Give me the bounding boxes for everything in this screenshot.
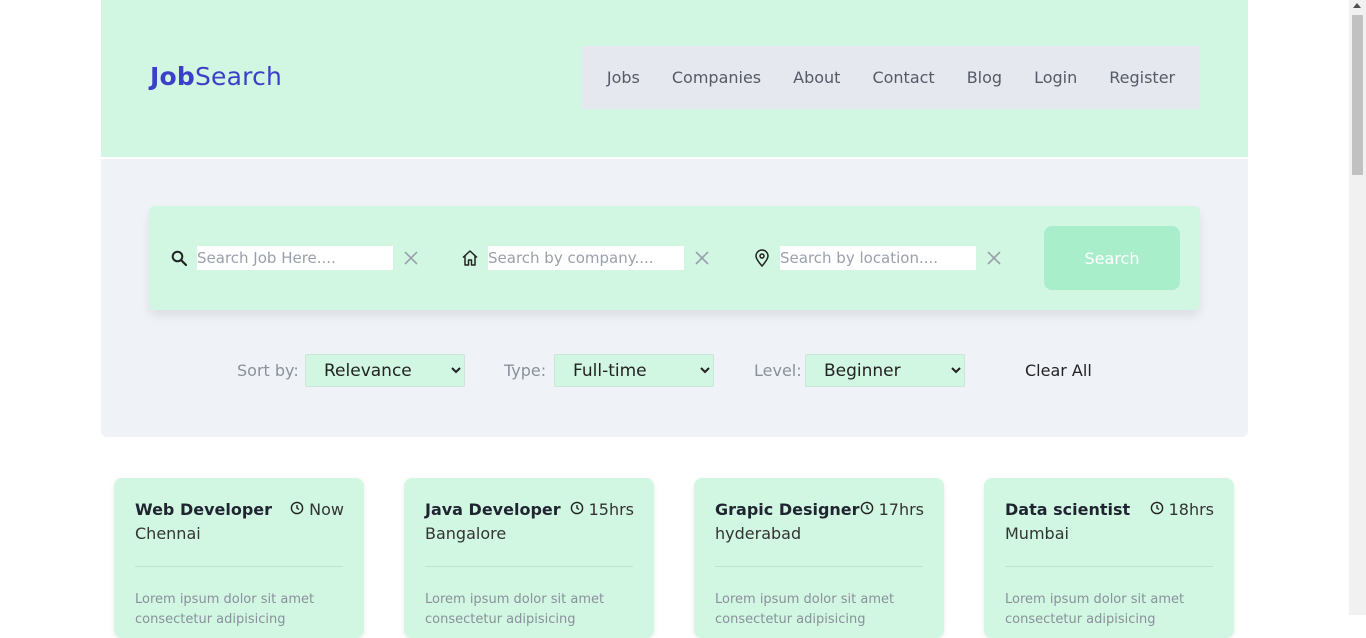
nav-jobs[interactable]: Jobs	[591, 68, 656, 87]
job-card[interactable]: Data scientist 18hrs Mumbai Lorem ipsum …	[984, 478, 1234, 638]
location-search-input[interactable]	[780, 246, 976, 270]
card-divider	[135, 566, 343, 567]
scroll-up-arrow-icon[interactable]	[1353, 3, 1361, 8]
type-label: Type:	[504, 361, 547, 380]
job-time-label: Now	[309, 500, 344, 519]
level-label: Level:	[754, 361, 802, 380]
nav-login[interactable]: Login	[1018, 68, 1093, 87]
level-select[interactable]: Beginner	[805, 354, 965, 387]
job-description: Lorem ipsum dolor sit amet consectetur a…	[425, 592, 605, 627]
job-title: Data scientist	[1005, 500, 1131, 519]
job-time-label: 18hrs	[1168, 500, 1214, 519]
job-city: Bangalore	[425, 524, 507, 543]
job-city: Chennai	[135, 524, 201, 543]
clock-icon	[290, 500, 304, 519]
job-time-label: 15hrs	[588, 500, 634, 519]
job-search-input[interactable]	[197, 246, 393, 270]
company-search-input[interactable]	[488, 246, 684, 270]
main-nav: Jobs Companies About Contact Blog Login …	[582, 46, 1200, 109]
sort-label: Sort by:	[237, 361, 299, 380]
job-card[interactable]: Web Developer Now Chennai Lorem ipsum do…	[114, 478, 364, 638]
search-button[interactable]: Search	[1044, 226, 1180, 290]
job-time: Now	[290, 500, 344, 519]
close-icon[interactable]	[986, 250, 1002, 266]
job-city: Mumbai	[1005, 524, 1069, 543]
company-search-field	[460, 245, 710, 271]
job-time: 17hrs	[860, 500, 924, 519]
location-pin-icon	[752, 248, 772, 268]
search-box: Search	[149, 206, 1200, 310]
clock-icon	[1150, 500, 1164, 519]
type-select[interactable]: Full-time	[554, 354, 714, 387]
nav-companies[interactable]: Companies	[656, 68, 777, 87]
nav-register[interactable]: Register	[1093, 68, 1191, 87]
home-icon	[460, 248, 480, 268]
job-time-label: 17hrs	[878, 500, 924, 519]
job-card[interactable]: Java Developer 15hrs Bangalore Lorem ips…	[404, 478, 654, 638]
search-panel: Search Sort by: Relevance Type: Full-tim…	[101, 159, 1248, 437]
job-time: 15hrs	[570, 500, 634, 519]
nav-about[interactable]: About	[777, 68, 856, 87]
page-scrollbar[interactable]	[1349, 0, 1366, 615]
job-time: 18hrs	[1150, 500, 1214, 519]
page: JobSearch Jobs Companies About Contact B…	[101, 0, 1248, 437]
nav-blog[interactable]: Blog	[951, 68, 1018, 87]
clock-icon	[860, 500, 874, 519]
job-description: Lorem ipsum dolor sit amet consectetur a…	[135, 592, 315, 627]
card-divider	[425, 566, 633, 567]
clear-all-button[interactable]: Clear All	[1025, 361, 1092, 380]
sort-select[interactable]: Relevance	[305, 354, 465, 387]
logo-bold: Job	[150, 62, 195, 91]
job-title: Grapic Designer	[715, 500, 860, 519]
logo[interactable]: JobSearch	[150, 62, 282, 91]
header: JobSearch Jobs Companies About Contact B…	[101, 0, 1248, 157]
search-icon	[169, 248, 189, 268]
job-description: Lorem ipsum dolor sit amet consectetur a…	[715, 592, 895, 627]
job-card[interactable]: Grapic Designer 17hrs hyderabad Lorem ip…	[694, 478, 944, 638]
location-search-field	[752, 245, 1002, 271]
card-divider	[715, 566, 923, 567]
job-city: hyderabad	[715, 524, 802, 543]
job-description: Lorem ipsum dolor sit amet consectetur a…	[1005, 592, 1185, 627]
filter-bar: Sort by: Relevance Type: Full-time Level…	[101, 354, 1248, 388]
scrollbar-thumb[interactable]	[1352, 15, 1363, 175]
job-title: Web Developer	[135, 500, 273, 519]
card-divider	[1005, 566, 1213, 567]
clock-icon	[570, 500, 584, 519]
job-title: Java Developer	[425, 500, 561, 519]
job-search-field	[169, 245, 419, 271]
close-icon[interactable]	[694, 250, 710, 266]
close-icon[interactable]	[403, 250, 419, 266]
nav-contact[interactable]: Contact	[856, 68, 950, 87]
logo-regular: Search	[194, 62, 283, 91]
